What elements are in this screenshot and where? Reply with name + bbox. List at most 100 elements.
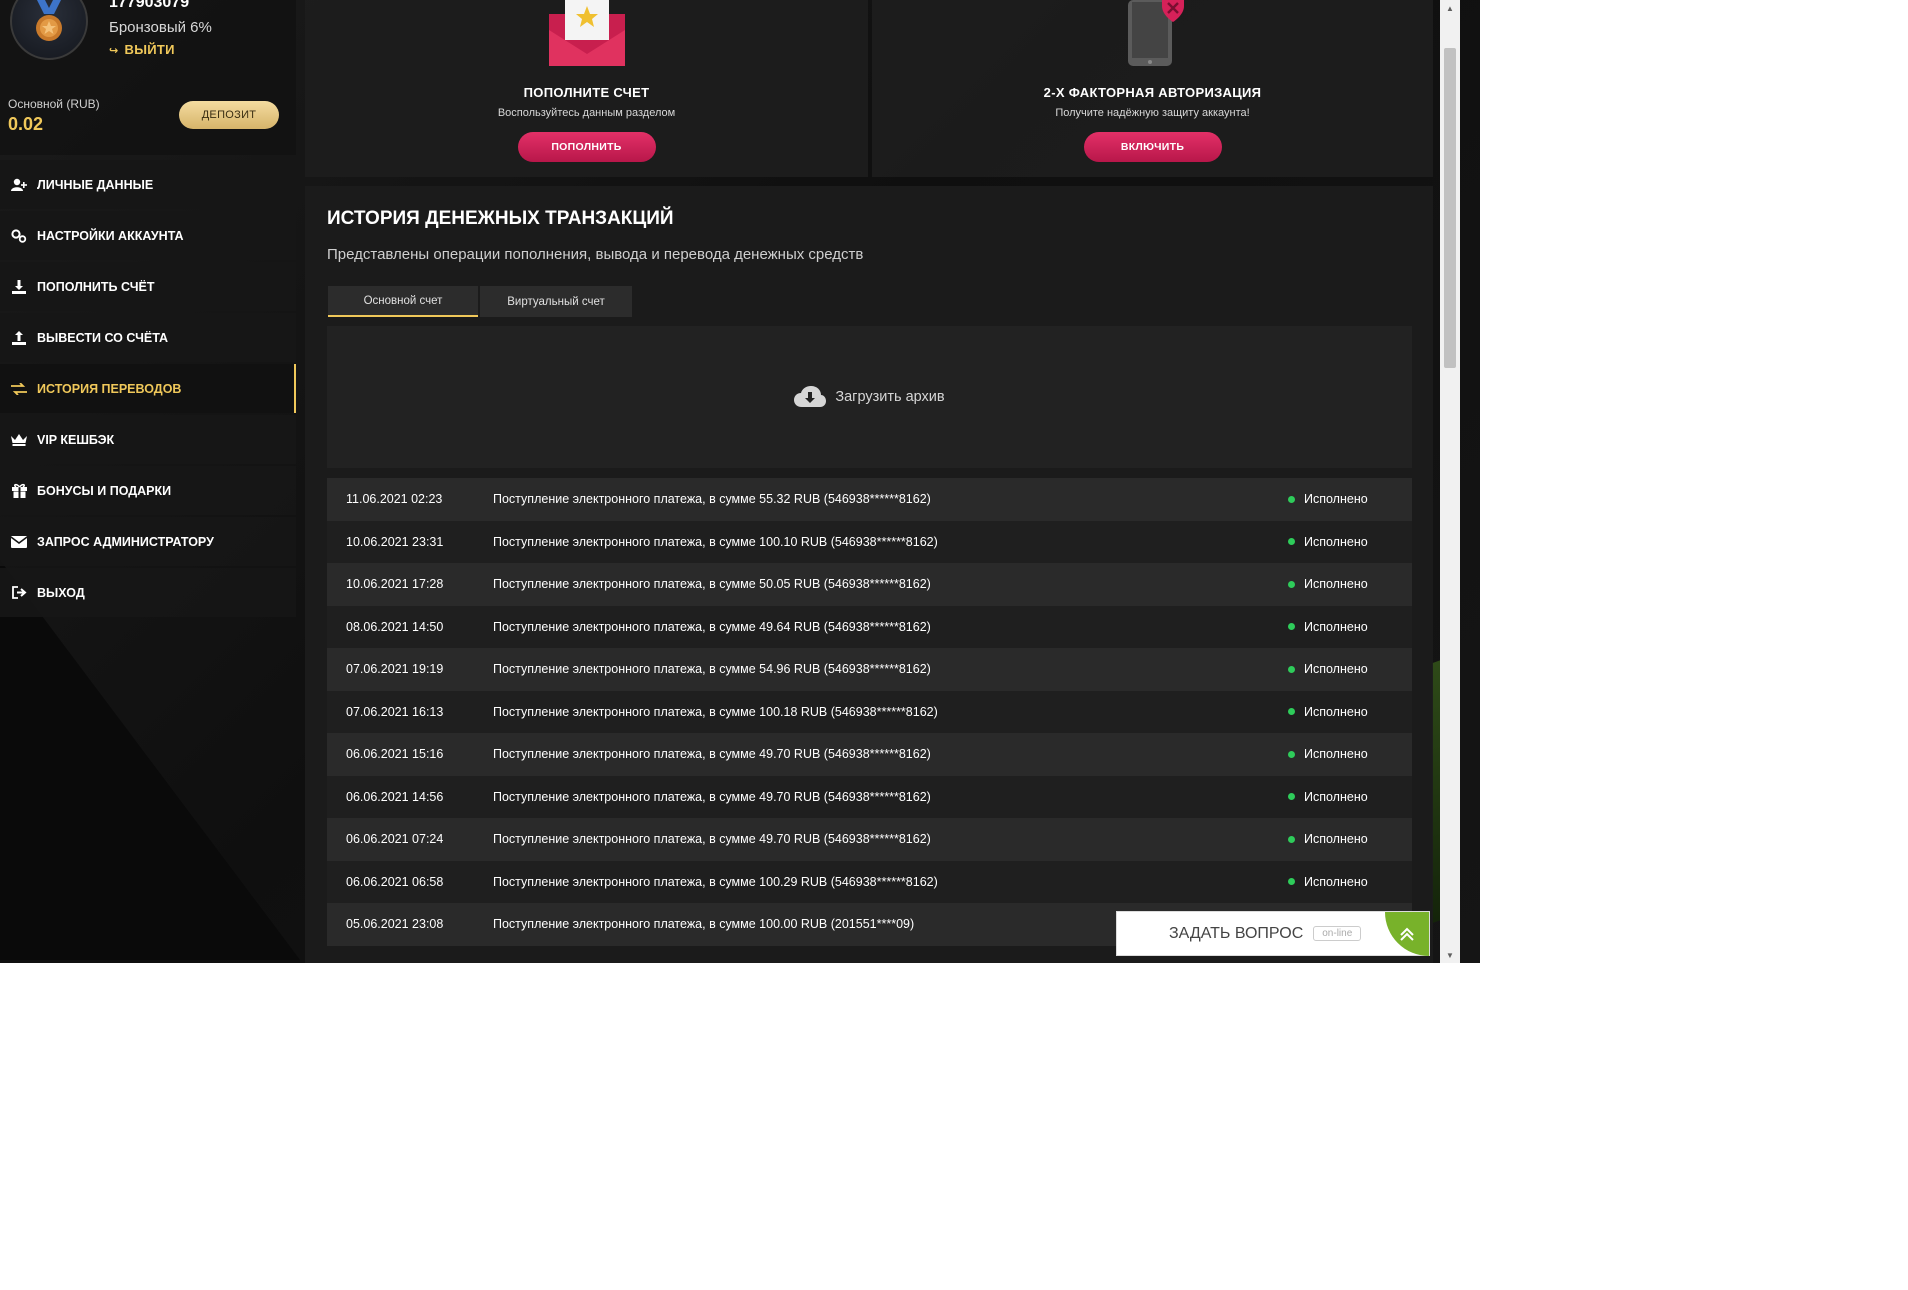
deposit-now-button[interactable]: ПОПОЛНИТЬ (517, 132, 656, 162)
sidebar-item-bonuses[interactable]: БОНУСЫ И ПОДАРКИ (0, 466, 296, 515)
row-description: Поступление электронного платежа, в сумм… (493, 874, 938, 889)
balance-value: 0.02 (8, 114, 44, 134)
archive-panel: Загрузить архив (327, 326, 1412, 468)
row-description: Поступление электронного платежа, в сумм… (493, 492, 931, 507)
page-subtitle: Представлены операции пополнения, вывода… (327, 246, 864, 263)
sidebar-item-exit[interactable]: ВЫХОД (0, 568, 296, 617)
status-dot (1288, 708, 1295, 716)
row-status: Исполнено (1288, 492, 1412, 506)
sidebar: 177903079 Бронзовый 6% ↪ ВЫЙТИ Основной (… (0, 0, 296, 963)
table-row: 06.06.2021 06:58 Поступление электронного… (327, 860, 1412, 903)
status-label: Исполнено (1304, 577, 1368, 592)
status-label: Исполнено (1304, 874, 1368, 889)
row-date: 11.06.2021 02:23 (346, 492, 443, 507)
table-row: 07.06.2021 19:19 Поступление электронного… (327, 648, 1412, 691)
transaction-history-panel: ИСТОРИЯ ДЕНЕЖНЫХ ТРАНЗАКЦИЙ Представлены… (305, 186, 1433, 963)
sidebar-item-label: ВЫВЕСТИ СО СЧЁТА (37, 330, 169, 345)
sidebar-menu: ЛИЧНЫЕ ДАННЫЕ НАСТРОЙКИ АККАУНТА ПОПОЛНИ… (0, 160, 296, 619)
user-id: 177903079 (109, 0, 190, 11)
transfer-icon (8, 382, 30, 395)
main-content: ПОПОЛНИТЕ СЧЕТ Воспользуйтесь данным раз… (305, 0, 1433, 963)
sidebar-item-admin-request[interactable]: ЗАПРОС АДМИНИСТРАТОРУ (0, 517, 296, 566)
tab-main-account[interactable]: Основной счет (328, 286, 478, 317)
scroll-up-arrow-icon[interactable]: ▲ (1440, 0, 1460, 16)
exit-icon: ↪ (109, 45, 119, 57)
download-archive-button[interactable]: Загрузить архив (794, 386, 945, 408)
envelope-star-icon (547, 0, 627, 73)
exit-icon (8, 586, 30, 599)
card-title: 2-Х ФАКТОРНАЯ АВТОРИЗАЦИЯ (1043, 85, 1262, 100)
sidebar-item-personal-data[interactable]: ЛИЧНЫЕ ДАННЫЕ (0, 160, 296, 209)
logout-link[interactable]: ↪ ВЫЙТИ (109, 42, 175, 57)
tab-virtual-account[interactable]: Виртуальный счет (480, 286, 632, 317)
mail-icon (8, 535, 30, 548)
sidebar-item-label: НАСТРОЙКИ АККАУНТА (37, 228, 184, 243)
profile-panel: 177903079 Бронзовый 6% ↪ ВЫЙТИ Основной (… (0, 0, 296, 155)
row-date: 06.06.2021 07:24 (346, 832, 444, 847)
sidebar-item-label: ПОПОЛНИТЬ СЧЁТ (37, 279, 155, 294)
sidebar-item-label: БОНУСЫ И ПОДАРКИ (37, 483, 172, 498)
logout-label: ВЫЙТИ (124, 42, 175, 57)
row-description: Поступление электронного платежа, в сумм… (493, 832, 931, 847)
row-date: 06.06.2021 06:58 (346, 874, 444, 889)
loyalty-level: Бронзовый 6% (109, 19, 212, 36)
row-date: 06.06.2021 14:56 (346, 789, 444, 804)
sidebar-item-label: ВЫХОД (37, 585, 85, 600)
user-plus-icon (8, 178, 30, 192)
row-status: Исполнено (1288, 705, 1412, 719)
row-date: 07.06.2021 19:19 (346, 662, 444, 677)
row-description: Поступление электронного платежа, в сумм… (493, 662, 931, 677)
sidebar-item-vip-cashback[interactable]: VIP КЕШБЭК (0, 415, 296, 464)
sidebar-item-label: VIP КЕШБЭК (37, 432, 115, 447)
status-label: Исполнено (1304, 789, 1368, 804)
sidebar-item-transfer-history[interactable]: ИСТОРИЯ ПЕРЕВОДОВ (0, 364, 296, 413)
deposit-button[interactable]: ДЕПОЗИТ (179, 101, 279, 129)
page-scrollbar[interactable]: ▲ ▼ (1440, 0, 1460, 963)
status-dot (1288, 793, 1295, 801)
app-viewport: 177903079 Бронзовый 6% ↪ ВЫЙТИ Основной (… (0, 0, 1480, 963)
balance-label: Основной (RUB) (8, 97, 100, 111)
two-factor-card: 2-Х ФАКТОРНАЯ АВТОРИЗАЦИЯ Получите надёж… (872, 0, 1433, 177)
status-dot (1288, 835, 1295, 843)
row-description: Поступление электронного платежа, в сумм… (493, 747, 931, 762)
row-status: Исполнено (1288, 875, 1412, 889)
row-status: Исполнено (1288, 577, 1412, 591)
status-label: Исполнено (1304, 662, 1368, 677)
row-description: Поступление электронного платежа, в сумм… (493, 534, 938, 549)
scrollbar-thumb[interactable] (1444, 48, 1456, 368)
table-row: 08.06.2021 14:50 Поступление электронного… (327, 605, 1412, 648)
table-row: 10.06.2021 23:31 Поступление электронного… (327, 520, 1412, 563)
status-label: Исполнено (1304, 747, 1368, 762)
enable-2fa-button[interactable]: ВКЛЮЧИТЬ (1083, 132, 1222, 162)
sidebar-item-deposit[interactable]: ПОПОЛНИТЬ СЧЁТ (0, 262, 296, 311)
status-label: Исполнено (1304, 492, 1368, 507)
status-dot (1288, 665, 1295, 673)
scroll-down-arrow-icon[interactable]: ▼ (1440, 947, 1460, 963)
online-badge: on-line (1313, 926, 1362, 941)
status-label: Исполнено (1304, 534, 1368, 549)
row-date: 07.06.2021 16:13 (346, 704, 444, 719)
sidebar-item-withdraw[interactable]: ВЫВЕСТИ СО СЧЁТА (0, 313, 296, 362)
cloud-download-icon (794, 386, 827, 407)
ask-question-widget[interactable]: ЗАДАТЬ ВОПРОС on-line (1116, 911, 1430, 956)
phone-shield-icon (1118, 0, 1188, 73)
status-dot (1288, 495, 1295, 503)
card-subtitle: Получите надёжную защиту аккаунта! (1055, 107, 1250, 119)
deposit-card: ПОПОЛНИТЕ СЧЕТ Воспользуйтесь данным раз… (305, 0, 868, 177)
chevron-up-icon[interactable] (1385, 912, 1429, 956)
row-date: 08.06.2021 14:50 (346, 619, 444, 634)
upload-icon (8, 330, 30, 345)
row-date: 10.06.2021 17:28 (346, 577, 444, 592)
download-icon (8, 279, 30, 294)
transactions-table: 11.06.2021 02:23 Поступление электронного… (327, 478, 1412, 946)
status-label: Исполнено (1304, 619, 1368, 634)
status-dot (1288, 878, 1295, 886)
settings-icon (8, 228, 30, 243)
status-dot (1288, 538, 1295, 546)
row-date: 05.06.2021 23:08 (346, 917, 444, 932)
table-row: 06.06.2021 07:24 Поступление электронного… (327, 818, 1412, 861)
account-tabs: Основной счет Виртуальный счет (328, 286, 634, 317)
row-description: Поступление электронного платежа, в сумм… (493, 789, 931, 804)
sidebar-item-account-settings[interactable]: НАСТРОЙКИ АККАУНТА (0, 211, 296, 260)
card-title: ПОПОЛНИТЕ СЧЕТ (523, 85, 650, 100)
